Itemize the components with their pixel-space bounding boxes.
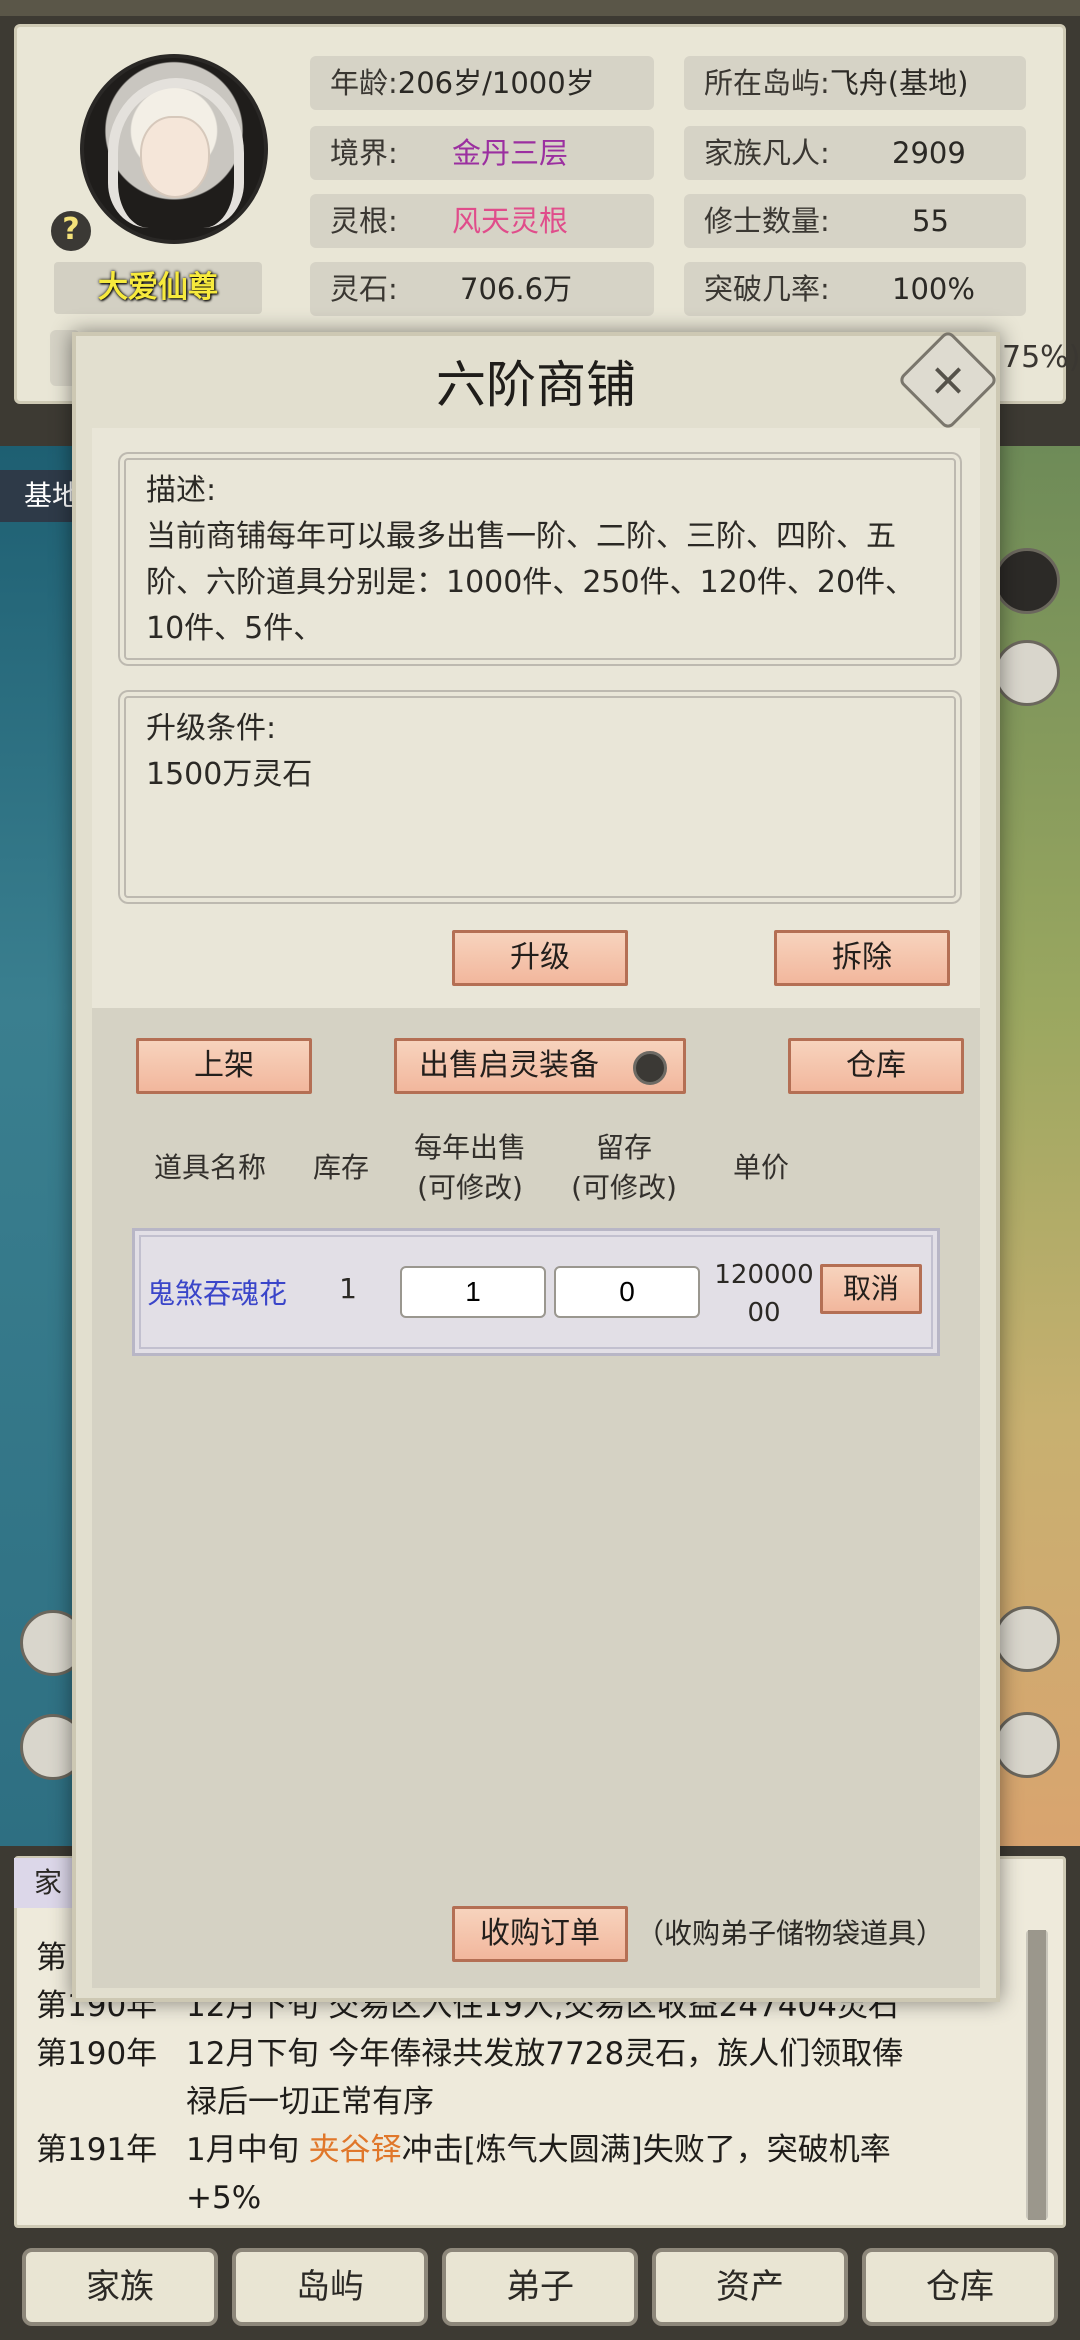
- tab-warehouse[interactable]: 仓库: [862, 2248, 1058, 2326]
- stat-realm: 境界: 金丹三层: [310, 126, 654, 180]
- avatar[interactable]: [80, 54, 268, 244]
- col-header-reserve: 留存 (可修改): [554, 1128, 694, 1208]
- modal-title: 六阶商铺: [436, 356, 636, 414]
- log-entry: 禄后一切正常有序: [36, 2078, 1006, 2126]
- stat-age-label: 年龄:: [330, 66, 398, 100]
- log-year: 第191年: [36, 2132, 158, 2168]
- log-text: +5%: [186, 2180, 262, 2216]
- stat-realm-value: 金丹三层: [452, 136, 569, 170]
- player-name: 大爱仙尊: [54, 262, 262, 314]
- log-entry: 第190年 12月下旬 今年俸禄共发放7728灵石，族人们领取俸: [36, 2030, 1006, 2078]
- log-text: 1月中旬: [186, 2132, 309, 2168]
- item-price: 120000 00: [710, 1256, 818, 1332]
- side-close-icon[interactable]: [994, 640, 1060, 706]
- stat-island: 所在岛屿:飞舟(基地): [684, 56, 1026, 110]
- log-entry: 第191年 1月中旬 夹谷铎冲击[炼气大圆满]失败了，突破机率: [36, 2126, 1006, 2174]
- stat-stone-label: 灵石:: [330, 272, 398, 306]
- stat-breakthrough-label: 突破几率:: [704, 272, 830, 306]
- stat-island-value: 飞舟(基地): [829, 66, 969, 100]
- upgrade-condition-box: 升级条件: 1500万灵石: [116, 688, 964, 906]
- sell-equipment-label: 出售启灵装备: [419, 1048, 599, 1083]
- item-name[interactable]: 鬼煞吞魂花: [140, 1272, 294, 1312]
- col-header-reserve-2: (可修改): [571, 1171, 677, 1204]
- warehouse-button[interactable]: 仓库: [788, 1038, 964, 1094]
- stat-stone-value: 706.6万: [460, 272, 573, 306]
- event-side-button[interactable]: [994, 1606, 1060, 1672]
- stat-island-label: 所在岛屿:: [704, 66, 830, 100]
- col-header-price: 单价: [732, 1151, 789, 1184]
- log-text: 冲击[炼气大圆满]失败了，突破机率: [401, 2132, 891, 2168]
- tab-family[interactable]: 家族: [22, 2248, 218, 2326]
- sell-equipment-toggle[interactable]: 出售启灵装备: [394, 1038, 686, 1094]
- stat-breakthrough-value: 100%: [892, 272, 975, 306]
- log-text: 禄后一切正常有序: [186, 2084, 434, 2120]
- close-icon: ×: [928, 352, 968, 406]
- avatar-face: [140, 116, 210, 198]
- stat-mortals: 家族凡人: 2909: [684, 126, 1026, 180]
- cancel-button[interactable]: 取消: [820, 1264, 922, 1314]
- annual-sell-input[interactable]: [400, 1266, 546, 1318]
- log-entry: +5%: [36, 2174, 1006, 2222]
- stat-partial-percent: 75%): [1002, 340, 1080, 375]
- stat-cultivators: 修士数量: 55: [684, 194, 1026, 248]
- log-character-name[interactable]: 夹谷铎: [309, 2132, 402, 2168]
- item-price-line1: 120000: [714, 1260, 814, 1290]
- description-title: 描述:: [146, 473, 217, 508]
- item-stock: 1: [339, 1272, 357, 1305]
- log-year: [36, 2174, 186, 2222]
- stat-age-value: 206岁/1000岁: [397, 66, 595, 100]
- log-scroll-thumb[interactable]: [1028, 1930, 1046, 2220]
- stat-mortals-value: 2909: [892, 136, 966, 170]
- base-label: 基地: [0, 470, 80, 522]
- upgrade-button[interactable]: 升级: [452, 930, 628, 986]
- description-box: 描述: 当前商铺每年可以最多出售一阶、二阶、三阶、四阶、五阶、六阶道具分别是：1…: [116, 450, 964, 668]
- help-icon[interactable]: ?: [48, 208, 94, 254]
- stat-root-label: 灵根:: [330, 204, 398, 238]
- tab-islands[interactable]: 岛屿: [232, 2248, 428, 2326]
- toggle-knob-icon[interactable]: [633, 1051, 667, 1085]
- stat-stone: 灵石: 706.6万: [310, 262, 654, 316]
- demolish-button[interactable]: 拆除: [774, 930, 950, 986]
- col-header-name: 道具名称: [153, 1151, 266, 1184]
- top-edge: [0, 0, 1080, 16]
- purchase-order-button[interactable]: 收购订单: [452, 1906, 628, 1962]
- stat-cultivators-value: 55: [912, 204, 949, 238]
- stat-mortals-label: 家族凡人:: [704, 136, 830, 170]
- log-year: 第190年: [36, 2036, 158, 2072]
- description-text: 当前商铺每年可以最多出售一阶、二阶、三阶、四阶、五阶、六阶道具分别是：1000件…: [146, 519, 916, 646]
- log-scrollbar[interactable]: [1026, 1930, 1048, 2220]
- stat-root-value: 风天灵根: [452, 204, 569, 238]
- log-text: 12月下旬 今年俸禄共发放7728灵石，族人们领取俸: [186, 2036, 904, 2072]
- list-item-button[interactable]: 上架: [136, 1038, 312, 1094]
- tab-assets[interactable]: 资产: [652, 2248, 848, 2326]
- col-header-annual-sell-1: 每年出售: [413, 1131, 526, 1164]
- reserve-input[interactable]: [554, 1266, 700, 1318]
- upgrade-title: 升级条件:: [146, 711, 277, 746]
- stat-cultivators-label: 修士数量:: [704, 204, 830, 238]
- tab-disciples[interactable]: 弟子: [442, 2248, 638, 2326]
- col-header-annual-sell: 每年出售 (可修改): [400, 1128, 540, 1208]
- upgrade-text: 1500万灵石: [146, 757, 313, 792]
- stat-age: 年龄:206岁/1000岁: [310, 56, 654, 110]
- purchase-order-note: （收购弟子储物袋道具）: [636, 1917, 945, 1950]
- col-header-annual-sell-2: (可修改): [417, 1171, 523, 1204]
- col-header-stock: 库存: [312, 1151, 369, 1184]
- log-year: [36, 2078, 186, 2126]
- stat-root: 灵根: 风天灵根: [310, 194, 654, 248]
- settings-side-button[interactable]: [994, 1712, 1060, 1778]
- col-header-reserve-1: 留存: [595, 1131, 652, 1164]
- item-price-line2: 00: [747, 1298, 781, 1328]
- play-icon[interactable]: [994, 548, 1060, 614]
- stat-breakthrough: 突破几率: 100%: [684, 262, 1026, 316]
- stat-realm-label: 境界:: [330, 136, 398, 170]
